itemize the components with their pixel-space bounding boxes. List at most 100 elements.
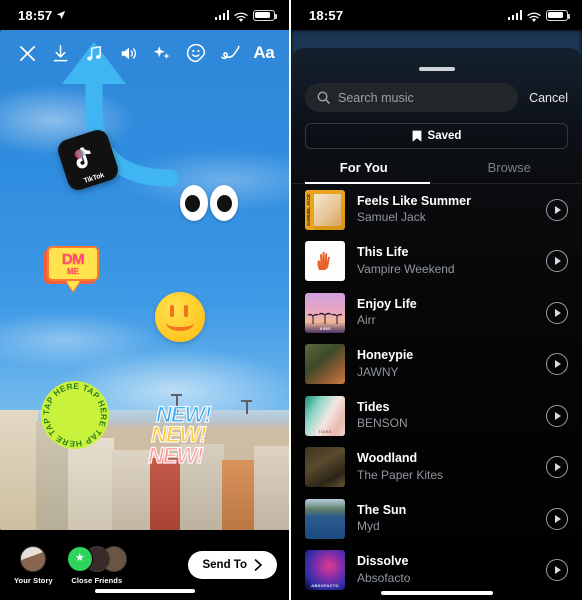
tap-here-text-circle: TAP HERE TAP HERE TAP HERE TAP HERE — [41, 381, 109, 449]
list-item[interactable]: Woodland The Paper Kites — [291, 442, 582, 494]
bookmark-icon — [412, 130, 421, 142]
list-item[interactable]: SAMUEL JACK Feels Like Summer Samuel Jac… — [291, 184, 582, 236]
hand-illustration — [317, 251, 330, 271]
googly-eyes-sticker[interactable] — [180, 185, 238, 221]
track-artist: BENSON — [357, 416, 408, 431]
close-friends-option[interactable]: ★ Close Friends — [66, 545, 127, 585]
sticker-icon[interactable] — [183, 40, 209, 66]
status-time-text: 18:57 — [309, 7, 344, 23]
list-item[interactable]: TIDES Tides BENSON — [291, 390, 582, 442]
tab-for-you[interactable]: For You — [291, 160, 437, 184]
building — [222, 460, 256, 530]
new-text-sticker[interactable]: NEW! NEW! NEW! — [147, 403, 212, 468]
your-story-option[interactable]: Your Story — [14, 545, 53, 585]
story-photo-canvas[interactable]: TikTok DM ME TAP HERE TAP HERE TAP HERE … — [0, 30, 289, 530]
dm-me-line1: DM — [61, 251, 85, 268]
track-artist: Airr — [357, 313, 376, 328]
list-item[interactable]: This Life Vampire Weekend — [291, 236, 582, 288]
wifi-icon — [234, 10, 248, 22]
play-button-icon[interactable] — [546, 301, 568, 324]
dm-me-line2: ME — [67, 267, 80, 276]
send-to-button[interactable]: Send To — [188, 551, 277, 579]
dm-me-bubble: DM ME — [47, 246, 99, 281]
track-title: Enjoy Life — [357, 296, 417, 311]
dm-me-sticker[interactable]: DM ME — [47, 246, 99, 291]
tiktok-note-icon — [74, 147, 91, 169]
avatar — [20, 545, 47, 572]
play-button-icon[interactable] — [546, 456, 568, 479]
location-arrow-icon — [57, 10, 66, 20]
tab-browse[interactable]: Browse — [437, 160, 582, 184]
track-meta: This Life Vampire Weekend — [357, 245, 534, 277]
album-art — [305, 344, 345, 385]
list-item[interactable]: ABSOFACTO Dissolve Absofacto — [291, 545, 582, 597]
sparkles-icon[interactable] — [149, 40, 175, 66]
status-time-right: 18:57 — [309, 8, 343, 23]
send-to-label: Send To — [202, 559, 247, 571]
album-art — [305, 241, 345, 282]
album-art-caption: AIRR — [319, 325, 331, 331]
play-button-icon[interactable] — [546, 507, 568, 530]
search-input[interactable]: Search music — [305, 83, 519, 112]
music-tabs: For You Browse — [291, 160, 582, 184]
search-icon — [317, 91, 330, 104]
list-item[interactable]: AIRR Enjoy Life Airr — [291, 287, 582, 339]
smiley-mouth — [166, 315, 194, 331]
dm-me-tail — [66, 281, 80, 291]
close-friends-badge: ★ — [66, 545, 93, 572]
track-meta: Honeypie JAWNY — [357, 348, 534, 380]
eye-left — [180, 185, 208, 221]
list-item[interactable]: The Sun Myd — [291, 493, 582, 545]
album-art-caption: SAMUEL JACK — [306, 193, 311, 226]
text-icon[interactable]: Aa — [251, 40, 277, 66]
status-time-left: 18:57 — [18, 8, 66, 23]
tap-here-sticker[interactable]: TAP HERE TAP HERE TAP HERE TAP HERE — [41, 381, 109, 449]
music-note-icon[interactable] — [82, 40, 108, 66]
play-button-icon[interactable] — [546, 559, 568, 582]
track-meta: Dissolve Absofacto — [357, 554, 534, 586]
album-art: ABSOFACTO — [305, 550, 345, 591]
track-list: SAMUEL JACK Feels Like Summer Samuel Jac… — [291, 184, 582, 596]
dual-phone-screenshot: 18:57 TikTok DM ME TAP HERE TAP HERE TAP… — [0, 0, 582, 600]
music-bottom-sheet: Search music Cancel Saved For You Browse… — [291, 48, 582, 600]
smiley-face-sticker[interactable] — [155, 292, 205, 342]
list-item[interactable]: Honeypie JAWNY — [291, 339, 582, 391]
building — [68, 438, 114, 530]
palm-trees — [307, 312, 343, 324]
track-meta: The Sun Myd — [357, 503, 534, 535]
home-indicator-right — [380, 591, 493, 595]
track-title: Woodland — [357, 451, 418, 466]
saved-button[interactable]: Saved — [305, 123, 568, 149]
album-art — [305, 447, 345, 488]
draw-icon[interactable] — [217, 40, 243, 66]
play-button-icon[interactable] — [546, 404, 568, 427]
signal-icon — [507, 10, 522, 20]
album-art — [305, 498, 345, 539]
story-composer-screen: 18:57 TikTok DM ME TAP HERE TAP HERE TAP… — [0, 0, 291, 600]
close-friends-avatars: ★ — [66, 545, 127, 572]
status-time-text: 18:57 — [18, 7, 53, 23]
play-button-icon[interactable] — [546, 198, 568, 221]
play-button-icon[interactable] — [546, 250, 568, 273]
play-button-icon[interactable] — [546, 353, 568, 376]
building — [112, 450, 152, 530]
track-title: This Life — [357, 245, 409, 260]
search-row: Search music Cancel — [291, 71, 582, 112]
cancel-button[interactable]: Cancel — [529, 91, 568, 105]
download-icon[interactable] — [48, 40, 74, 66]
status-bar-right: 18:57 — [291, 0, 582, 30]
story-edit-toolbar: Aa — [0, 30, 289, 76]
signal-icon — [214, 10, 229, 20]
track-title: Honeypie — [357, 348, 414, 363]
close-icon[interactable] — [14, 40, 40, 66]
track-title: Tides — [357, 399, 390, 414]
status-indicators-right — [507, 9, 571, 22]
chevron-right-icon — [254, 559, 262, 571]
track-meta: Tides BENSON — [357, 400, 534, 432]
status-bar-left: 18:57 — [0, 0, 289, 30]
album-art-caption: TIDES — [318, 428, 332, 434]
building — [0, 410, 38, 530]
status-indicators-left — [214, 9, 278, 22]
volume-icon[interactable] — [116, 40, 142, 66]
track-meta: Woodland The Paper Kites — [357, 451, 534, 483]
